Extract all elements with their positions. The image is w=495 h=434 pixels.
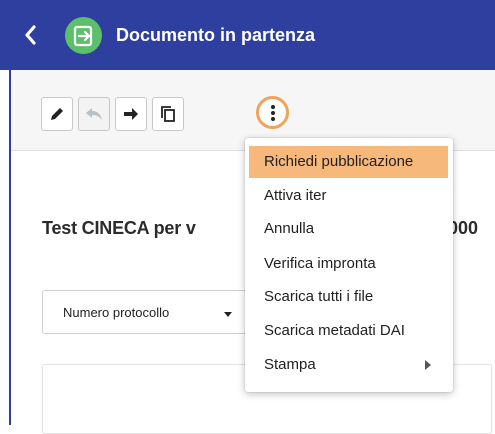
more-actions-button[interactable]: [256, 96, 289, 129]
caret-down-icon: [224, 312, 232, 317]
menu-item-richiedi-pubblicazione[interactable]: Richiedi pubblicazione: [249, 146, 448, 178]
back-button[interactable]: [20, 22, 40, 48]
caret-right-icon: [425, 360, 431, 370]
reply-icon: [86, 108, 102, 120]
menu-item-stampa-label: Stampa: [264, 356, 316, 373]
copy-icon: [161, 106, 175, 122]
app-header: Documento in partenza: [0, 0, 495, 70]
copy-button[interactable]: [152, 97, 184, 131]
reply-button[interactable]: [78, 97, 110, 131]
menu-item-verifica-impronta[interactable]: Verifica impronta: [245, 248, 453, 280]
edit-button[interactable]: [41, 97, 73, 131]
forward-arrow-icon: [124, 108, 138, 120]
menu-item-scarica-tutti-file[interactable]: Scarica tutti i file: [245, 281, 453, 313]
page-title: Documento in partenza: [116, 25, 316, 45]
document-title: Test CINECA per v: [42, 218, 196, 238]
more-vertical-icon: [270, 104, 275, 121]
menu-item-annulla[interactable]: Annulla: [245, 213, 453, 245]
menu-item-stampa[interactable]: Stampa: [245, 349, 453, 381]
menu-item-scarica-metadati-dai[interactable]: Scarica metadati DAI: [245, 315, 453, 347]
forward-button[interactable]: [115, 97, 147, 131]
chevron-left-icon: [25, 25, 36, 45]
sort-dropdown-label: Numero protocollo: [63, 305, 170, 320]
menu-item-attiva-iter[interactable]: Attiva iter: [245, 180, 453, 212]
sort-dropdown[interactable]: Numero protocollo: [42, 290, 262, 334]
document-out-icon: [65, 17, 102, 54]
pencil-icon: [51, 108, 63, 120]
